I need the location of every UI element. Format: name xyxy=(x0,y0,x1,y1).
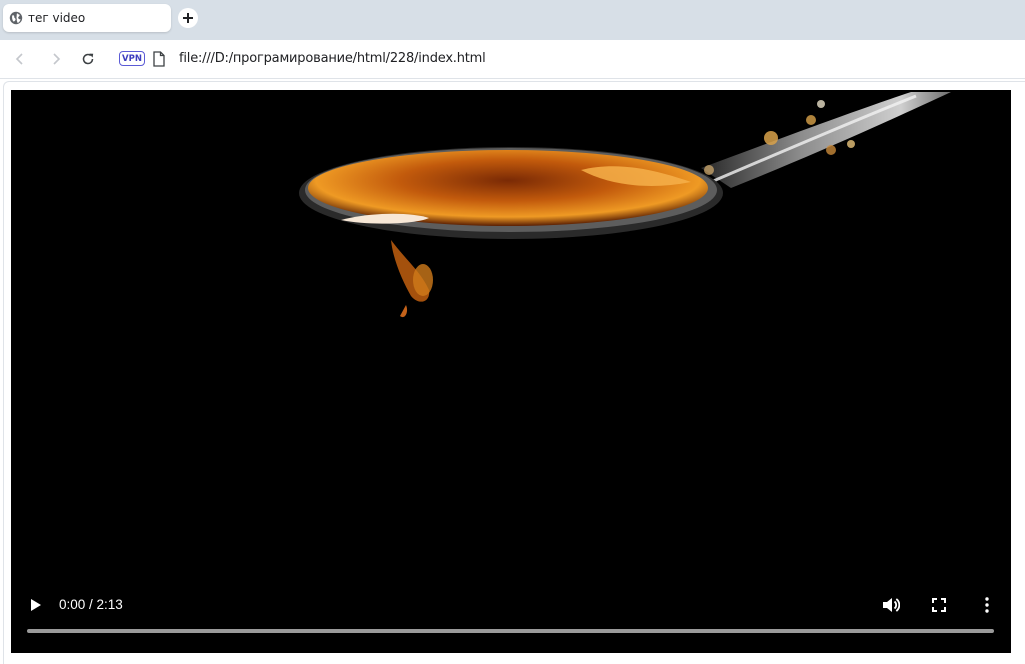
globe-icon xyxy=(9,11,23,25)
browser-tab[interactable]: тег video xyxy=(3,4,171,32)
forward-arrow-icon xyxy=(53,53,61,65)
forward-button[interactable] xyxy=(46,49,66,69)
file-icon xyxy=(153,51,165,67)
time-display: 0:00 / 2:13 xyxy=(59,597,123,612)
browser-toolbar: VPN file:///D:/програмирование/html/228/… xyxy=(0,40,1025,79)
vpn-badge[interactable]: VPN xyxy=(119,51,145,66)
new-tab-button[interactable] xyxy=(178,8,198,28)
video-player[interactable]: 0:00 / 2:13 xyxy=(11,90,1011,653)
fullscreen-icon xyxy=(932,598,946,612)
volume-button[interactable] xyxy=(881,595,901,615)
fullscreen-button[interactable] xyxy=(929,595,949,615)
video-frame xyxy=(299,92,951,318)
back-button[interactable] xyxy=(10,49,30,69)
address-bar[interactable]: file:///D:/програмирование/html/228/inde… xyxy=(179,51,486,66)
plus-icon xyxy=(183,13,193,23)
more-vertical-icon xyxy=(985,597,989,613)
tab-strip: тег video xyxy=(0,0,1025,40)
volume-icon xyxy=(883,598,900,612)
reload-button[interactable] xyxy=(78,49,98,69)
play-button[interactable] xyxy=(28,594,44,616)
progress-bar[interactable] xyxy=(27,629,994,633)
back-arrow-icon xyxy=(15,53,23,65)
play-icon xyxy=(31,599,41,611)
reload-icon xyxy=(82,53,94,65)
tab-title: тег video xyxy=(28,11,86,25)
more-options-button[interactable] xyxy=(977,595,997,615)
